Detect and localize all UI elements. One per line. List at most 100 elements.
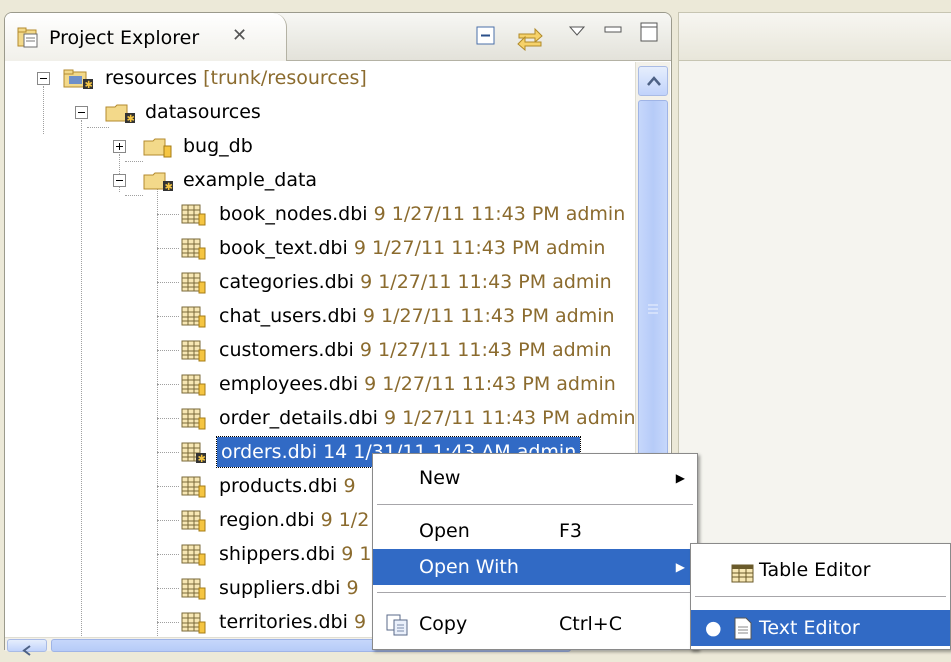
menu-item-open-with[interactable]: Open With ▶ [373,549,697,585]
radio-selected-icon: ● [705,617,722,639]
collapse-toggle[interactable] [75,106,88,119]
file-name: orders.dbi [221,441,318,463]
file-name: employees.dbi [219,373,359,395]
file-name: products.dbi [219,475,338,497]
svg-text:✱: ✱ [85,80,93,90]
menu-separator [377,592,693,593]
file-name: chat_users.dbi [219,305,357,327]
menu-item-label: Table Editor [759,559,871,581]
tree-connector [157,622,179,623]
context-menu: New ▶ Open F3 Open With ▶ Copy Ctrl+C [372,453,698,650]
menu-separator [695,596,946,597]
table-file-icon [181,612,207,637]
menu-item-new[interactable]: New ▶ [373,460,697,496]
file-info: 9 [343,475,356,497]
file-name: suppliers.dbi [219,577,341,599]
tree-node-file[interactable]: order_details.dbi 9 1/27/11 11:43 PM adm… [5,402,634,434]
file-info: 9 1/27/11 11:43 PM admin [362,305,615,327]
tree-connector [157,248,179,249]
tree-connector [157,418,179,419]
scroll-left-button[interactable] [7,639,47,656]
submenu-arrow-icon: ▶ [675,560,685,574]
file-info: 9 1/27/11 11:43 PM admin [353,237,606,259]
link-with-editor-icon[interactable] [515,25,545,56]
menu-item-label: Open [419,520,470,542]
menu-separator [377,504,693,505]
menu-item-open[interactable]: Open F3 [373,513,697,549]
tree-node-example-data[interactable]: ✱ example_data [5,164,625,196]
collapse-toggle[interactable] [37,72,50,85]
file-name: book_nodes.dbi [219,203,368,225]
tree-node-file[interactable]: book_text.dbi 9 1/27/11 11:43 PM admin [5,232,634,264]
file-name: order_details.dbi [219,407,378,429]
tree-connector [157,214,179,215]
svg-text:✱: ✱ [198,454,206,464]
tree-connector [157,520,179,521]
menu-item-label: New [419,467,461,489]
editor-tabstrip [679,13,951,61]
file-name: book_text.dbi [219,237,348,259]
file-info: 9 1 [341,543,372,565]
collapse-toggle[interactable] [113,174,126,187]
file-info: 9 1/27/11 11:43 PM admin [373,203,626,225]
tree-node-file[interactable]: categories.dbi 9 1/27/11 11:43 PM admin [5,266,634,298]
file-info: 9 1/27/11 11:43 PM admin [360,271,612,293]
svg-text:✱: ✱ [127,114,135,124]
expand-toggle[interactable] [113,140,126,153]
tree-node-file[interactable]: employees.dbi 9 1/27/11 11:43 PM admin [5,368,634,400]
tree-node-datasources[interactable]: ✱ datasources [5,96,625,128]
file-info: 9 1/27/11 11:43 PM admin [383,407,634,429]
file-name: customers.dbi [219,339,354,361]
scroll-up-button[interactable] [638,66,668,96]
menu-item-label: Text Editor [759,617,860,639]
node-label: example_data [183,169,318,191]
tree-node-file[interactable]: chat_users.dbi 9 1/27/11 11:43 PM admin [5,300,634,332]
tree-node-file[interactable]: customers.dbi 9 1/27/11 11:43 PM admin [5,334,634,366]
chevron-left-icon [22,645,31,656]
file-info: 9 [353,611,367,633]
file-info: 9 [346,577,359,599]
tree-node-bug-db[interactable]: bug_db [5,130,625,162]
view-title: Project Explorer [49,27,200,49]
tree-connector [157,384,179,385]
node-label: datasources [145,101,261,123]
minimize-icon[interactable] [603,21,623,43]
collapse-all-icon[interactable] [475,25,497,52]
menu-item-label: Open With [419,556,519,578]
file-name: shippers.dbi [219,543,336,565]
open-with-submenu: Table Editor ● Text Editor [690,543,951,650]
menu-item-label: Copy [419,613,468,635]
project-explorer-tab[interactable]: Project Explorer ✕ [5,13,287,61]
tree-connector [157,282,179,283]
svg-text:✱: ✱ [165,182,173,192]
tree-connector [157,316,179,317]
table-editor-icon [731,560,755,596]
tree-connector [157,350,179,351]
tree-node-file[interactable]: book_nodes.dbi 9 1/27/11 11:43 PM admin [5,198,634,230]
menu-item-shortcut: F3 [559,520,583,542]
tree-connector [157,486,179,487]
text-editor-icon [733,617,753,653]
menu-item-text-editor[interactable]: ● Text Editor [691,610,950,646]
maximize-icon[interactable] [639,21,659,48]
menu-item-table-editor[interactable]: Table Editor [691,552,950,588]
file-name: territories.dbi [219,611,348,633]
tree-connector [157,588,179,589]
copy-icon [385,613,411,649]
file-info: 9 1/2 [320,509,370,531]
file-name: region.dbi [219,509,315,531]
tree-node-resources[interactable]: ✱ resources [trunk/resources] [5,62,625,94]
project-explorer-icon [17,27,41,54]
svn-decoration: [trunk/resources] [203,67,367,89]
file-info: 9 1/27/11 11:43 PM admin [359,339,612,361]
tree-connector [157,554,179,555]
tree-connector [157,452,179,453]
menu-item-shortcut: Ctrl+C [559,613,622,635]
view-menu-icon[interactable] [567,21,587,43]
menu-item-copy[interactable]: Copy Ctrl+C [373,606,697,642]
submenu-arrow-icon: ▶ [675,471,685,485]
node-label: resources [105,67,198,89]
close-icon[interactable]: ✕ [232,25,247,46]
view-header: Project Explorer ✕ [5,13,671,61]
file-name: categories.dbi [219,271,355,293]
